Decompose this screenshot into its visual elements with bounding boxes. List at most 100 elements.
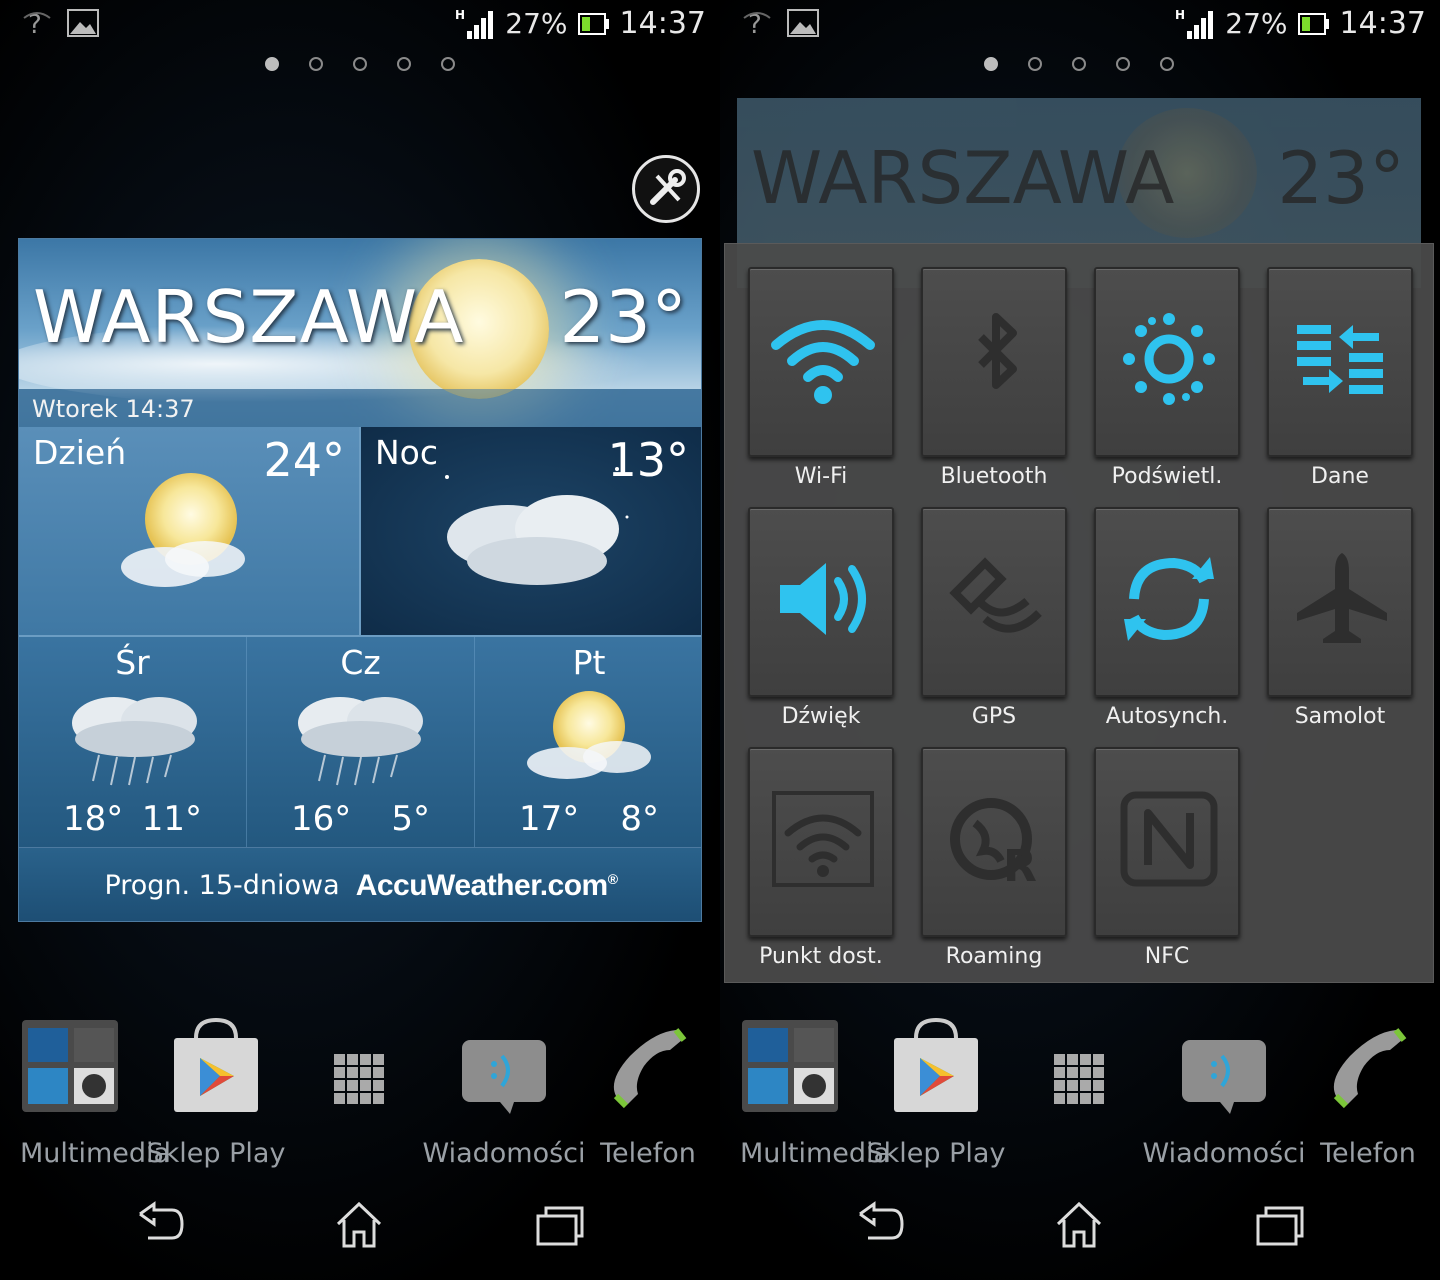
forecast-day-name: Śr (115, 643, 150, 682)
page-dot (353, 57, 367, 71)
nfc-toggle[interactable] (1094, 747, 1240, 937)
roaming-icon: R (950, 798, 1037, 889)
recent-apps-icon[interactable] (534, 1200, 586, 1250)
forecast-low: 5° (391, 799, 430, 839)
play-store-icon (174, 1017, 258, 1112)
page-dot (1072, 57, 1086, 71)
navigation-bar (0, 1200, 720, 1270)
phone-icon (1333, 1028, 1407, 1109)
dock-messages[interactable]: Wiadomości (422, 1010, 586, 1169)
date-time: Wtorek 14:37 (19, 389, 701, 427)
dock-label: Telefon (600, 1138, 696, 1169)
current-temperature: 23° (1277, 136, 1405, 220)
brightness-toggle[interactable] (1094, 267, 1240, 457)
status-bar: ? H 27% 14:37 (0, 0, 720, 50)
forecast-row: Śr 18° 11° Cz 16° 5° Pt 17° 8° (19, 635, 701, 849)
tile-label: Autosynch. (1105, 704, 1229, 729)
tile-label: Punkt dost. (759, 944, 883, 969)
svg-text:H: H (455, 8, 465, 22)
roaming-toggle[interactable]: R (921, 747, 1067, 937)
dock-multimedia[interactable]: Multimedia (740, 1010, 890, 1169)
svg-text:H: H (1175, 8, 1185, 22)
tile-label: Wi-Fi (794, 464, 848, 489)
battery-icon (1297, 12, 1329, 35)
dock-phone[interactable]: Telefon (600, 1010, 696, 1169)
data-toggle[interactable] (1267, 267, 1413, 457)
hotspot-toggle[interactable] (748, 747, 894, 937)
extended-forecast-link[interactable]: Progn. 15-dniowa (104, 870, 339, 901)
night-panel: Noc 13° (361, 427, 701, 635)
dock-label: Multimedia (20, 1138, 171, 1169)
recent-apps-icon[interactable] (1254, 1200, 1306, 1250)
dock-multimedia[interactable]: Multimedia (20, 1010, 170, 1169)
gallery-notification-icon (787, 9, 819, 37)
forecast-low: 11° (141, 799, 202, 839)
forecast-footer[interactable]: Progn. 15-dniowa AccuWeather.com® (19, 847, 701, 921)
dock-label: Multimedia (740, 1138, 891, 1169)
clock: 14:37 (619, 6, 706, 41)
widget-settings-button[interactable] (632, 155, 700, 223)
hotspot-icon (772, 791, 874, 887)
dock: Multimedia Sklep Play Wiadomości Telefon (720, 1010, 1440, 1180)
forecast-low: 8° (620, 799, 659, 839)
battery-icon (577, 12, 609, 35)
tile-label: Dane (1311, 464, 1369, 489)
dock-app-drawer[interactable] (330, 1010, 390, 1118)
sync-icon (1124, 557, 1214, 641)
bluetooth-toggle[interactable] (921, 267, 1067, 457)
rain-cloud-icon (72, 697, 197, 786)
dock-play-store[interactable]: Sklep Play (867, 1010, 1005, 1169)
navigation-bar (720, 1200, 1440, 1270)
autosync-toggle[interactable] (1094, 507, 1240, 697)
current-temperature: 23° (559, 275, 687, 359)
multimedia-folder-icon (742, 1020, 838, 1112)
airplane-toggle[interactable] (1267, 507, 1413, 697)
app-drawer-icon (1054, 1054, 1104, 1104)
gps-toggle[interactable] (921, 507, 1067, 697)
multimedia-folder-icon (22, 1020, 118, 1112)
dock-phone[interactable]: Telefon (1320, 1010, 1416, 1169)
weather-widget[interactable]: WARSZAWA 23° Wtorek 14:37 Dzień 24° Noc … (18, 238, 702, 922)
night-cloud-icon (445, 467, 629, 585)
svg-text:R: R (1003, 841, 1037, 889)
back-icon[interactable] (854, 1200, 906, 1250)
forecast-day: Cz 16° 5° (247, 637, 475, 849)
tools-icon (650, 169, 686, 205)
home-icon[interactable] (334, 1200, 384, 1250)
dock: Multimedia Sklep Play Wiadomości Telefon (0, 1010, 720, 1180)
dock-label: Telefon (1320, 1138, 1416, 1169)
battery-percent: 27% (505, 7, 568, 40)
gallery-notification-icon (67, 9, 99, 37)
home-icon[interactable] (1054, 1200, 1104, 1250)
app-drawer-icon (334, 1054, 384, 1104)
sound-toggle[interactable] (748, 507, 894, 697)
page-dot (1160, 57, 1174, 71)
tile-label: Podświetl. (1111, 464, 1223, 489)
signal-icon: H (455, 8, 494, 39)
page-indicator (265, 57, 455, 71)
forecast-day: Śr 18° 11° (19, 637, 247, 849)
tile-label: Samolot (1294, 704, 1386, 729)
dock-messages[interactable]: Wiadomości (1142, 1010, 1306, 1169)
day-panel: Dzień 24° (19, 427, 361, 635)
tile-label: Dźwięk (781, 704, 861, 729)
wifi-icon (771, 320, 875, 404)
messages-icon (462, 1040, 546, 1114)
sound-icon (780, 563, 866, 635)
nfc-icon (1120, 791, 1218, 887)
sun-cloud-icon (527, 691, 651, 779)
dock-label: Sklep Play (866, 1138, 1006, 1169)
dock-label: Sklep Play (146, 1138, 286, 1169)
back-icon[interactable] (134, 1200, 186, 1250)
tile-label: NFC (1144, 944, 1190, 969)
airplane-icon (1297, 553, 1387, 643)
page-dot (1028, 57, 1042, 71)
tile-label: Bluetooth (940, 464, 1048, 489)
forecast-day-name: Cz (340, 643, 381, 682)
wifi-toggle[interactable] (748, 267, 894, 457)
dock-app-drawer[interactable] (1050, 1010, 1110, 1118)
dock-play-store[interactable]: Sklep Play (147, 1010, 285, 1169)
page-dot (265, 57, 279, 71)
forecast-day-name: Pt (572, 643, 606, 682)
quick-settings-panel: Wi-Fi Bluetooth Podświetl. Dane Dźwięk G… (724, 243, 1434, 983)
